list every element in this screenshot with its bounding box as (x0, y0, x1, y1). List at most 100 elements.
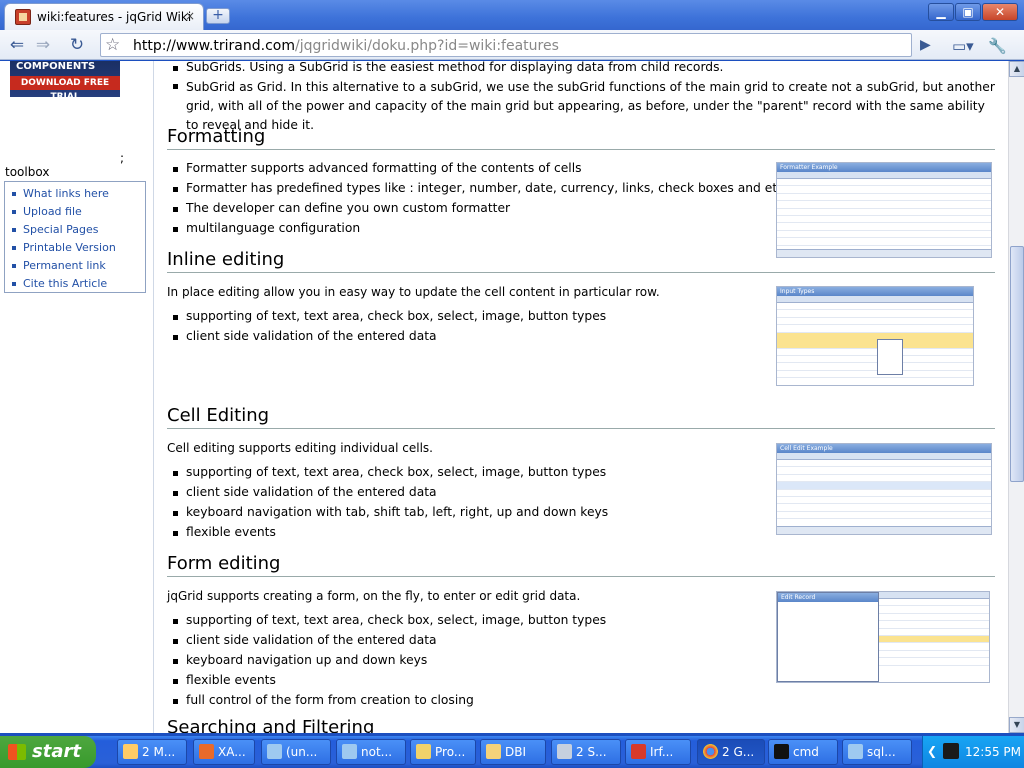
taskbar-button-mail[interactable]: 2 M... (117, 739, 187, 765)
toolbox-link-special-pages[interactable]: Special Pages (9, 221, 145, 239)
taskbar-button-xampp[interactable]: XA... (193, 739, 255, 765)
notepad-icon (848, 744, 863, 759)
notepad-icon (342, 744, 357, 759)
thumb-row (777, 303, 973, 311)
new-tab-button[interactable]: + (206, 8, 230, 24)
list-item: flexible events (173, 673, 276, 687)
xampp-icon (199, 744, 214, 759)
scroll-up-arrow-icon[interactable]: ▲ (1009, 61, 1024, 77)
list-item: client side validation of the entered da… (173, 329, 437, 343)
thumb-row (777, 467, 991, 475)
web-page: COMPONENTS DOWNLOAD FREE TRIAL ; toolbox… (0, 61, 1008, 733)
taskbar-label: sql... (867, 745, 896, 759)
tab-close-icon[interactable]: × (185, 9, 195, 23)
taskbar-label: not... (361, 745, 393, 759)
list-item: supporting of text, text area, check box… (172, 309, 607, 323)
taskbar-button-sql[interactable]: sql... (842, 739, 912, 765)
thumb-row (777, 179, 991, 187)
forward-arrow-icon[interactable]: ⇒ (32, 35, 54, 55)
toolbox-link-what-links-here[interactable]: What links here (9, 185, 145, 203)
toolbox-link-printable-version[interactable]: Printable Version (9, 239, 145, 257)
toolbox-link-permanent-link[interactable]: Permanent link (9, 257, 145, 275)
toolbox-link-cite-article[interactable]: Cite this Article (9, 275, 145, 293)
notepad-icon (267, 744, 282, 759)
thumb-row-editing (777, 332, 973, 349)
taskbar-button-irfanview[interactable]: Irf... (625, 739, 691, 765)
browser-tab[interactable]: wiki:features - jqGrid Wiki × (4, 3, 204, 30)
article-content: SubGrids. Using a SubGrid is the easiest… (167, 61, 997, 733)
url-path: /jqgridwiki/doku.php?id=wiki:features (294, 38, 559, 54)
address-bar[interactable]: ☆ http://www.trirand.com/jqgridwiki/doku… (100, 33, 912, 57)
toolbox-heading: toolbox (5, 165, 50, 179)
section-intro: Cell editing supports editing individual… (167, 441, 433, 455)
list-item: supporting of text, text area, check box… (172, 465, 607, 479)
program-icon (416, 744, 431, 759)
start-label: start (32, 741, 81, 762)
page-vertical-scrollbar[interactable]: ▲ ▼ (1008, 61, 1024, 733)
taskbar-button-notes[interactable]: not... (336, 739, 406, 765)
list-item: multilanguage configuration (172, 221, 361, 235)
taskbar-button-pro[interactable]: Pro... (410, 739, 476, 765)
thumb-row (879, 658, 989, 666)
toolbox-link-upload-file[interactable]: Upload file (9, 203, 145, 221)
go-play-icon[interactable]: ▶ (920, 37, 931, 53)
clock[interactable]: 12:55 PM (965, 745, 1021, 759)
thumb-row (879, 621, 989, 629)
form-editing-screenshot[interactable]: Edit Record (776, 591, 990, 683)
bookmark-star-icon[interactable]: ☆ (105, 35, 120, 55)
thumb-row (777, 325, 973, 333)
taskbar-label: XA... (218, 745, 246, 759)
thumb-caption: Cell Edit Example (777, 444, 991, 453)
scroll-down-arrow-icon[interactable]: ▼ (1009, 717, 1024, 733)
windows-logo-icon (8, 744, 26, 760)
reload-icon[interactable]: ↻ (66, 35, 88, 55)
thumb-grid-header (777, 172, 991, 179)
url-text[interactable]: http://www.trirand.com/jqgridwiki/doku.p… (133, 38, 559, 54)
page-menu-icon[interactable]: ▭▾ (952, 37, 974, 55)
thumb-row (777, 475, 991, 483)
advert-banner[interactable]: COMPONENTS DOWNLOAD FREE TRIAL (10, 61, 120, 97)
minimize-button[interactable]: ▁ (928, 3, 954, 21)
scrollbar-thumb[interactable] (1010, 246, 1024, 482)
taskbar-button-dbi[interactable]: DBI (480, 739, 546, 765)
taskbar-label: Pro... (435, 745, 466, 759)
list-item: keyboard navigation with tab, shift tab,… (172, 505, 609, 519)
thumb-row (777, 216, 991, 224)
thumb-row (777, 504, 991, 512)
taskbar-button-cmd[interactable]: cmd (768, 739, 838, 765)
taskbar-button-notepad-untitled[interactable]: (un... (261, 739, 331, 765)
thumb-row (879, 629, 989, 636)
thumb-row (777, 363, 973, 371)
taskbar-button-chrome[interactable]: 2 G... (697, 739, 765, 765)
ad-download-button[interactable]: DOWNLOAD FREE TRIAL (10, 76, 120, 97)
thumb-edit-dialog: Edit Record (777, 592, 879, 682)
list-item: SubGrids. Using a SubGrid is the easiest… (172, 61, 724, 74)
thumb-grid-header (777, 296, 973, 303)
taskbar-label: cmd (793, 745, 819, 759)
formatter-example-screenshot[interactable]: Formatter Example (776, 162, 992, 258)
maximize-button[interactable]: ▣ (955, 3, 981, 21)
ad-text: COMPONENTS (16, 61, 96, 72)
tray-monitor-icon[interactable] (943, 743, 959, 759)
inline-editing-screenshot[interactable]: Input Types (776, 286, 974, 386)
thumb-row-selected (879, 635, 989, 644)
list-item: Formatter supports advanced formatting o… (173, 161, 582, 175)
cell-edit-example-screenshot[interactable]: Cell Edit Example (776, 443, 992, 535)
back-arrow-icon[interactable]: ⇐ (6, 35, 28, 55)
tray-expand-icon[interactable]: ❮ (927, 744, 937, 758)
wiki-favicon-icon (15, 9, 31, 25)
close-window-button[interactable]: ✕ (982, 3, 1018, 21)
taskbar-button-group-s[interactable]: 2 S... (551, 739, 621, 765)
stray-semicolon: ; (120, 151, 125, 165)
thumb-row (879, 643, 989, 651)
thumb-caption: Edit Record (778, 593, 878, 602)
toolbox-panel: What links here Upload file Special Page… (4, 181, 146, 293)
url-domain: http://www.trirand.com (133, 38, 295, 54)
browser-toolbar: ⇐ ⇒ ↻ ☆ http://www.trirand.com/jqgridwik… (0, 30, 1024, 60)
browser-titlebar: wiki:features - jqGrid Wiki × + ▁ ▣ ✕ (0, 0, 1024, 30)
left-sidebar: COMPONENTS DOWNLOAD FREE TRIAL ; toolbox… (0, 61, 154, 733)
thumb-row (777, 186, 991, 194)
thumb-caption: Formatter Example (777, 163, 991, 172)
start-button[interactable]: start (0, 736, 96, 768)
wrench-menu-icon[interactable]: 🔧 (988, 37, 1007, 55)
